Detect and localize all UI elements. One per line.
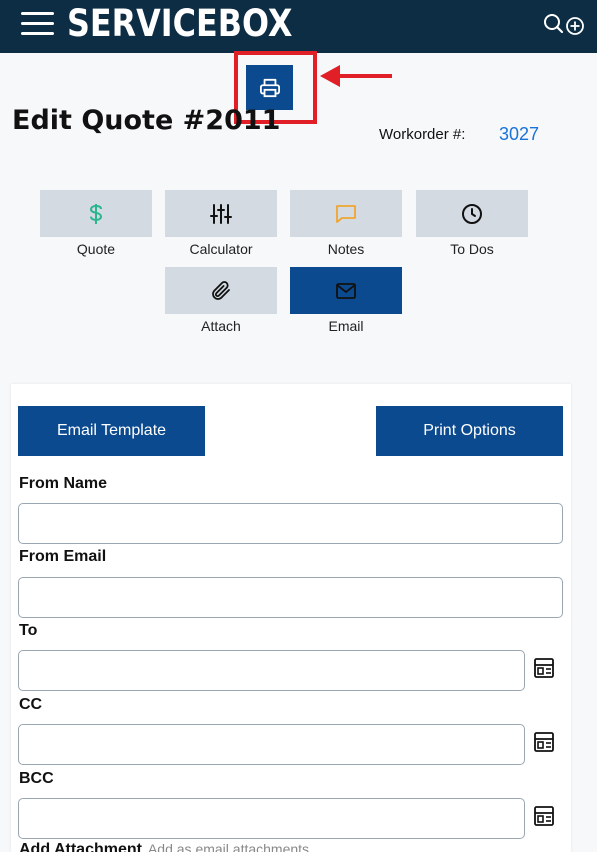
email-template-button[interactable]: Email Template xyxy=(18,406,205,456)
cc-label: CC xyxy=(19,696,43,713)
from-email-label: From Email xyxy=(19,548,107,565)
from-name-label: From Name xyxy=(19,475,108,492)
to-input[interactable] xyxy=(18,650,525,691)
workorder-link[interactable]: 3027 xyxy=(499,124,539,145)
envelope-icon xyxy=(336,282,356,299)
bcc-input[interactable] xyxy=(18,798,525,839)
contact-list-icon[interactable] xyxy=(533,805,555,827)
tab-notes[interactable]: Notes xyxy=(290,190,402,257)
red-arrow-annotation xyxy=(320,65,392,87)
to-label: To xyxy=(19,622,38,639)
tab-quote[interactable]: Quote xyxy=(40,190,152,257)
page-title: Edit Quote #2011 xyxy=(12,105,281,136)
tab-label: Email xyxy=(328,318,364,334)
workorder-label: Workorder #: xyxy=(379,126,466,143)
tab-label: Notes xyxy=(327,241,365,257)
top-action-icons xyxy=(543,12,585,38)
cc-input[interactable] xyxy=(18,724,525,765)
print-options-button[interactable]: Print Options xyxy=(376,406,563,456)
add-attachment-row: Add Attachment Add as email attachments xyxy=(19,841,309,852)
tab-label: Attach xyxy=(201,318,241,334)
paperclip-icon xyxy=(212,280,230,300)
tab-label: Calculator xyxy=(189,241,253,257)
tab-todos[interactable]: To Dos xyxy=(416,190,528,257)
clock-icon xyxy=(462,203,482,224)
add-attachment-label: Add Attachment xyxy=(19,841,142,852)
search-icon[interactable] xyxy=(544,14,564,34)
tab-email[interactable]: Email xyxy=(290,267,402,334)
from-name-input[interactable] xyxy=(18,503,563,544)
contact-list-icon[interactable] xyxy=(533,657,555,679)
sliders-icon xyxy=(210,203,232,224)
top-navbar: SERVICEBOX xyxy=(0,0,597,53)
bcc-label: BCC xyxy=(19,770,54,787)
dollar-icon xyxy=(89,203,103,224)
contact-list-icon[interactable] xyxy=(533,731,555,753)
tab-calculator[interactable]: Calculator xyxy=(165,190,277,257)
plus-circle-icon[interactable] xyxy=(566,17,584,35)
tab-label: To Dos xyxy=(450,241,494,257)
hamburger-menu-icon[interactable] xyxy=(21,12,54,36)
tab-label: Quote xyxy=(76,241,116,257)
add-attachment-hint: Add as email attachments xyxy=(147,841,310,852)
brand-logo[interactable]: SERVICEBOX xyxy=(67,2,292,45)
chat-bubble-icon xyxy=(336,204,356,223)
tab-attach[interactable]: Attach xyxy=(165,267,277,334)
from-email-input[interactable] xyxy=(18,577,563,618)
